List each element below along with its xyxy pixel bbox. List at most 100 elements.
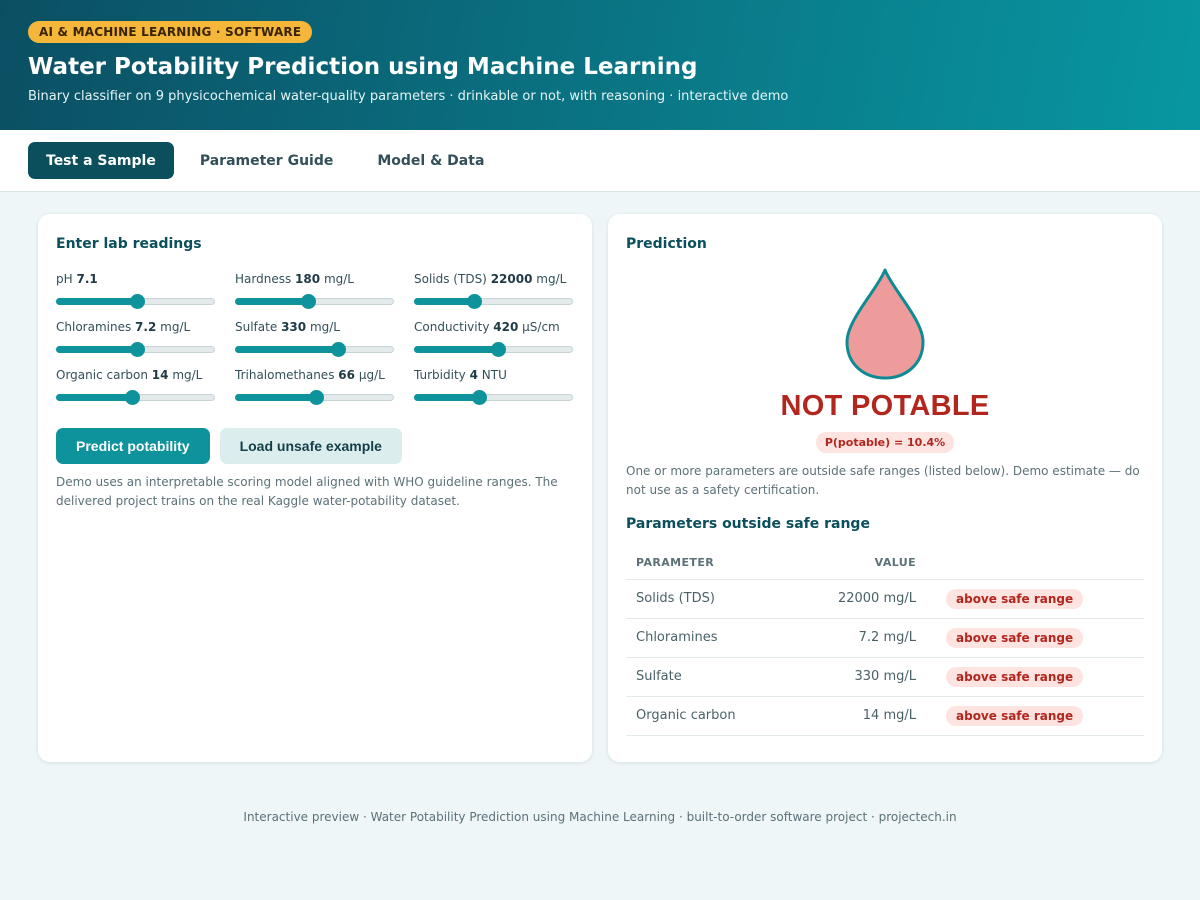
out-of-range-table: PARAMETER VALUE Solids (TDS) 22000 mg/L … [626,546,1144,736]
tab-parameter-guide[interactable]: Parameter Guide [182,142,352,179]
prediction-panel: Prediction NOT POTABLE P(potable) = 10.4… [608,214,1162,762]
param-label: Organic carbon 14 mg/L [56,368,215,384]
column-header-status [926,546,1144,580]
page-header: AI & MACHINE LEARNING · SOFTWARE Water P… [0,0,1200,130]
drop-container [626,266,1144,382]
solids-slider[interactable] [414,294,573,309]
param-unit: mg/L [172,368,203,382]
param-value: 420 [493,320,519,334]
water-drop-icon [845,268,925,380]
slider-thumb[interactable] [130,342,146,357]
row-value: 330 mg/L [806,657,926,697]
param-name: Conductivity [414,320,490,334]
slider-fill [414,394,480,401]
slider-thumb[interactable] [130,294,146,309]
row-parameter: Chloramines [626,618,806,658]
predict-button[interactable]: Predict potability [56,428,210,464]
param-turbidity: Turbidity 4 NTU [414,368,573,405]
param-label: Chloramines 7.2 mg/L [56,320,215,336]
page-subtitle: Binary classifier on 9 physicochemical w… [28,89,789,104]
param-value: 66 [338,368,355,382]
turbidity-slider[interactable] [414,390,573,405]
slider-fill [56,394,133,401]
param-label: Solids (TDS) 22000 mg/L [414,272,573,288]
out-of-range-title: Parameters outside safe range [626,516,870,532]
row-parameter: Sulfate [626,657,806,697]
param-name: pH [56,272,73,286]
slider-fill [414,346,499,353]
hardness-slider[interactable] [235,294,394,309]
probability-badge: P(potable) = 10.4% [815,432,955,453]
chloramines-slider[interactable] [56,342,215,357]
slider-fill [235,394,317,401]
param-value: 22000 [490,272,533,286]
param-label: pH 7.1 [56,272,215,288]
slider-thumb[interactable] [331,342,347,357]
row-value: 14 mg/L [806,696,926,736]
param-unit: NTU [481,368,507,382]
status-badge: above safe range [946,705,1084,726]
slider-fill [235,346,339,353]
trihalomethanes-slider[interactable] [235,390,394,405]
table-header-row: PARAMETER VALUE [626,546,1144,580]
slider-fill [56,298,138,305]
table-row: Chloramines 7.2 mg/L above safe range [626,618,1144,658]
param-value: 180 [295,272,321,286]
param-unit: mg/L [536,272,567,286]
param-organic-carbon: Organic carbon 14 mg/L [56,368,215,405]
param-label: Conductivity 420 µS/cm [414,320,573,336]
organic-carbon-slider[interactable] [56,390,215,405]
param-label: Hardness 180 mg/L [235,272,394,288]
load-example-button[interactable]: Load unsafe example [219,428,402,464]
param-conductivity: Conductivity 420 µS/cm [414,320,573,357]
param-ph: pH 7.1 [56,272,215,309]
param-label: Sulfate 330 mg/L [235,320,394,336]
page-title: Water Potability Prediction using Machin… [28,54,698,80]
param-value: 7.1 [76,272,98,286]
param-name: Turbidity [414,368,466,382]
tab-bar: Test a Sample Parameter Guide Model & Da… [0,130,1200,192]
param-chloramines: Chloramines 7.2 mg/L [56,320,215,357]
tab-model-data[interactable]: Model & Data [359,142,502,179]
param-name: Sulfate [235,320,278,334]
tab-test-sample[interactable]: Test a Sample [28,142,174,179]
category-badge: AI & MACHINE LEARNING · SOFTWARE [28,21,313,43]
slider-thumb[interactable] [472,390,488,405]
table-row: Sulfate 330 mg/L above safe range [626,657,1144,697]
demo-note: Demo uses an interpretable scoring model… [56,475,558,508]
column-header-value: VALUE [806,546,926,580]
row-status-cell: above safe range [926,579,1144,619]
ph-slider[interactable] [56,294,215,309]
slider-thumb[interactable] [491,342,507,357]
table-row: Organic carbon 14 mg/L above safe range [626,696,1144,736]
status-badge: above safe range [946,666,1084,687]
row-parameter: Solids (TDS) [626,579,806,619]
slider-thumb[interactable] [125,390,141,405]
param-value: 14 [151,368,169,382]
param-name: Chloramines [56,320,132,334]
prediction-title: Prediction [626,236,707,252]
param-value: 330 [281,320,307,334]
status-badge: above safe range [946,627,1084,648]
param-label: Turbidity 4 NTU [414,368,573,384]
param-name: Organic carbon [56,368,148,382]
sulfate-slider[interactable] [235,342,394,357]
slider-thumb[interactable] [301,294,317,309]
slider-fill [414,298,475,305]
param-name: Trihalomethanes [235,368,335,382]
slider-thumb[interactable] [467,294,483,309]
slider-fill [235,298,309,305]
param-value: 7.2 [135,320,157,334]
slider-thumb[interactable] [309,390,325,405]
row-parameter: Organic carbon [626,696,806,736]
param-value: 4 [469,368,478,382]
status-badge: above safe range [946,588,1084,609]
conductivity-slider[interactable] [414,342,573,357]
param-unit: mg/L [323,272,354,286]
lab-readings-panel: Enter lab readings pH 7.1 Hardness 180 m… [38,214,592,762]
row-status-cell: above safe range [926,618,1144,658]
param-trihalomethanes: Trihalomethanes 66 µg/L [235,368,394,405]
param-unit: µS/cm [522,320,560,334]
row-status-cell: above safe range [926,657,1144,697]
param-unit: mg/L [309,320,340,334]
